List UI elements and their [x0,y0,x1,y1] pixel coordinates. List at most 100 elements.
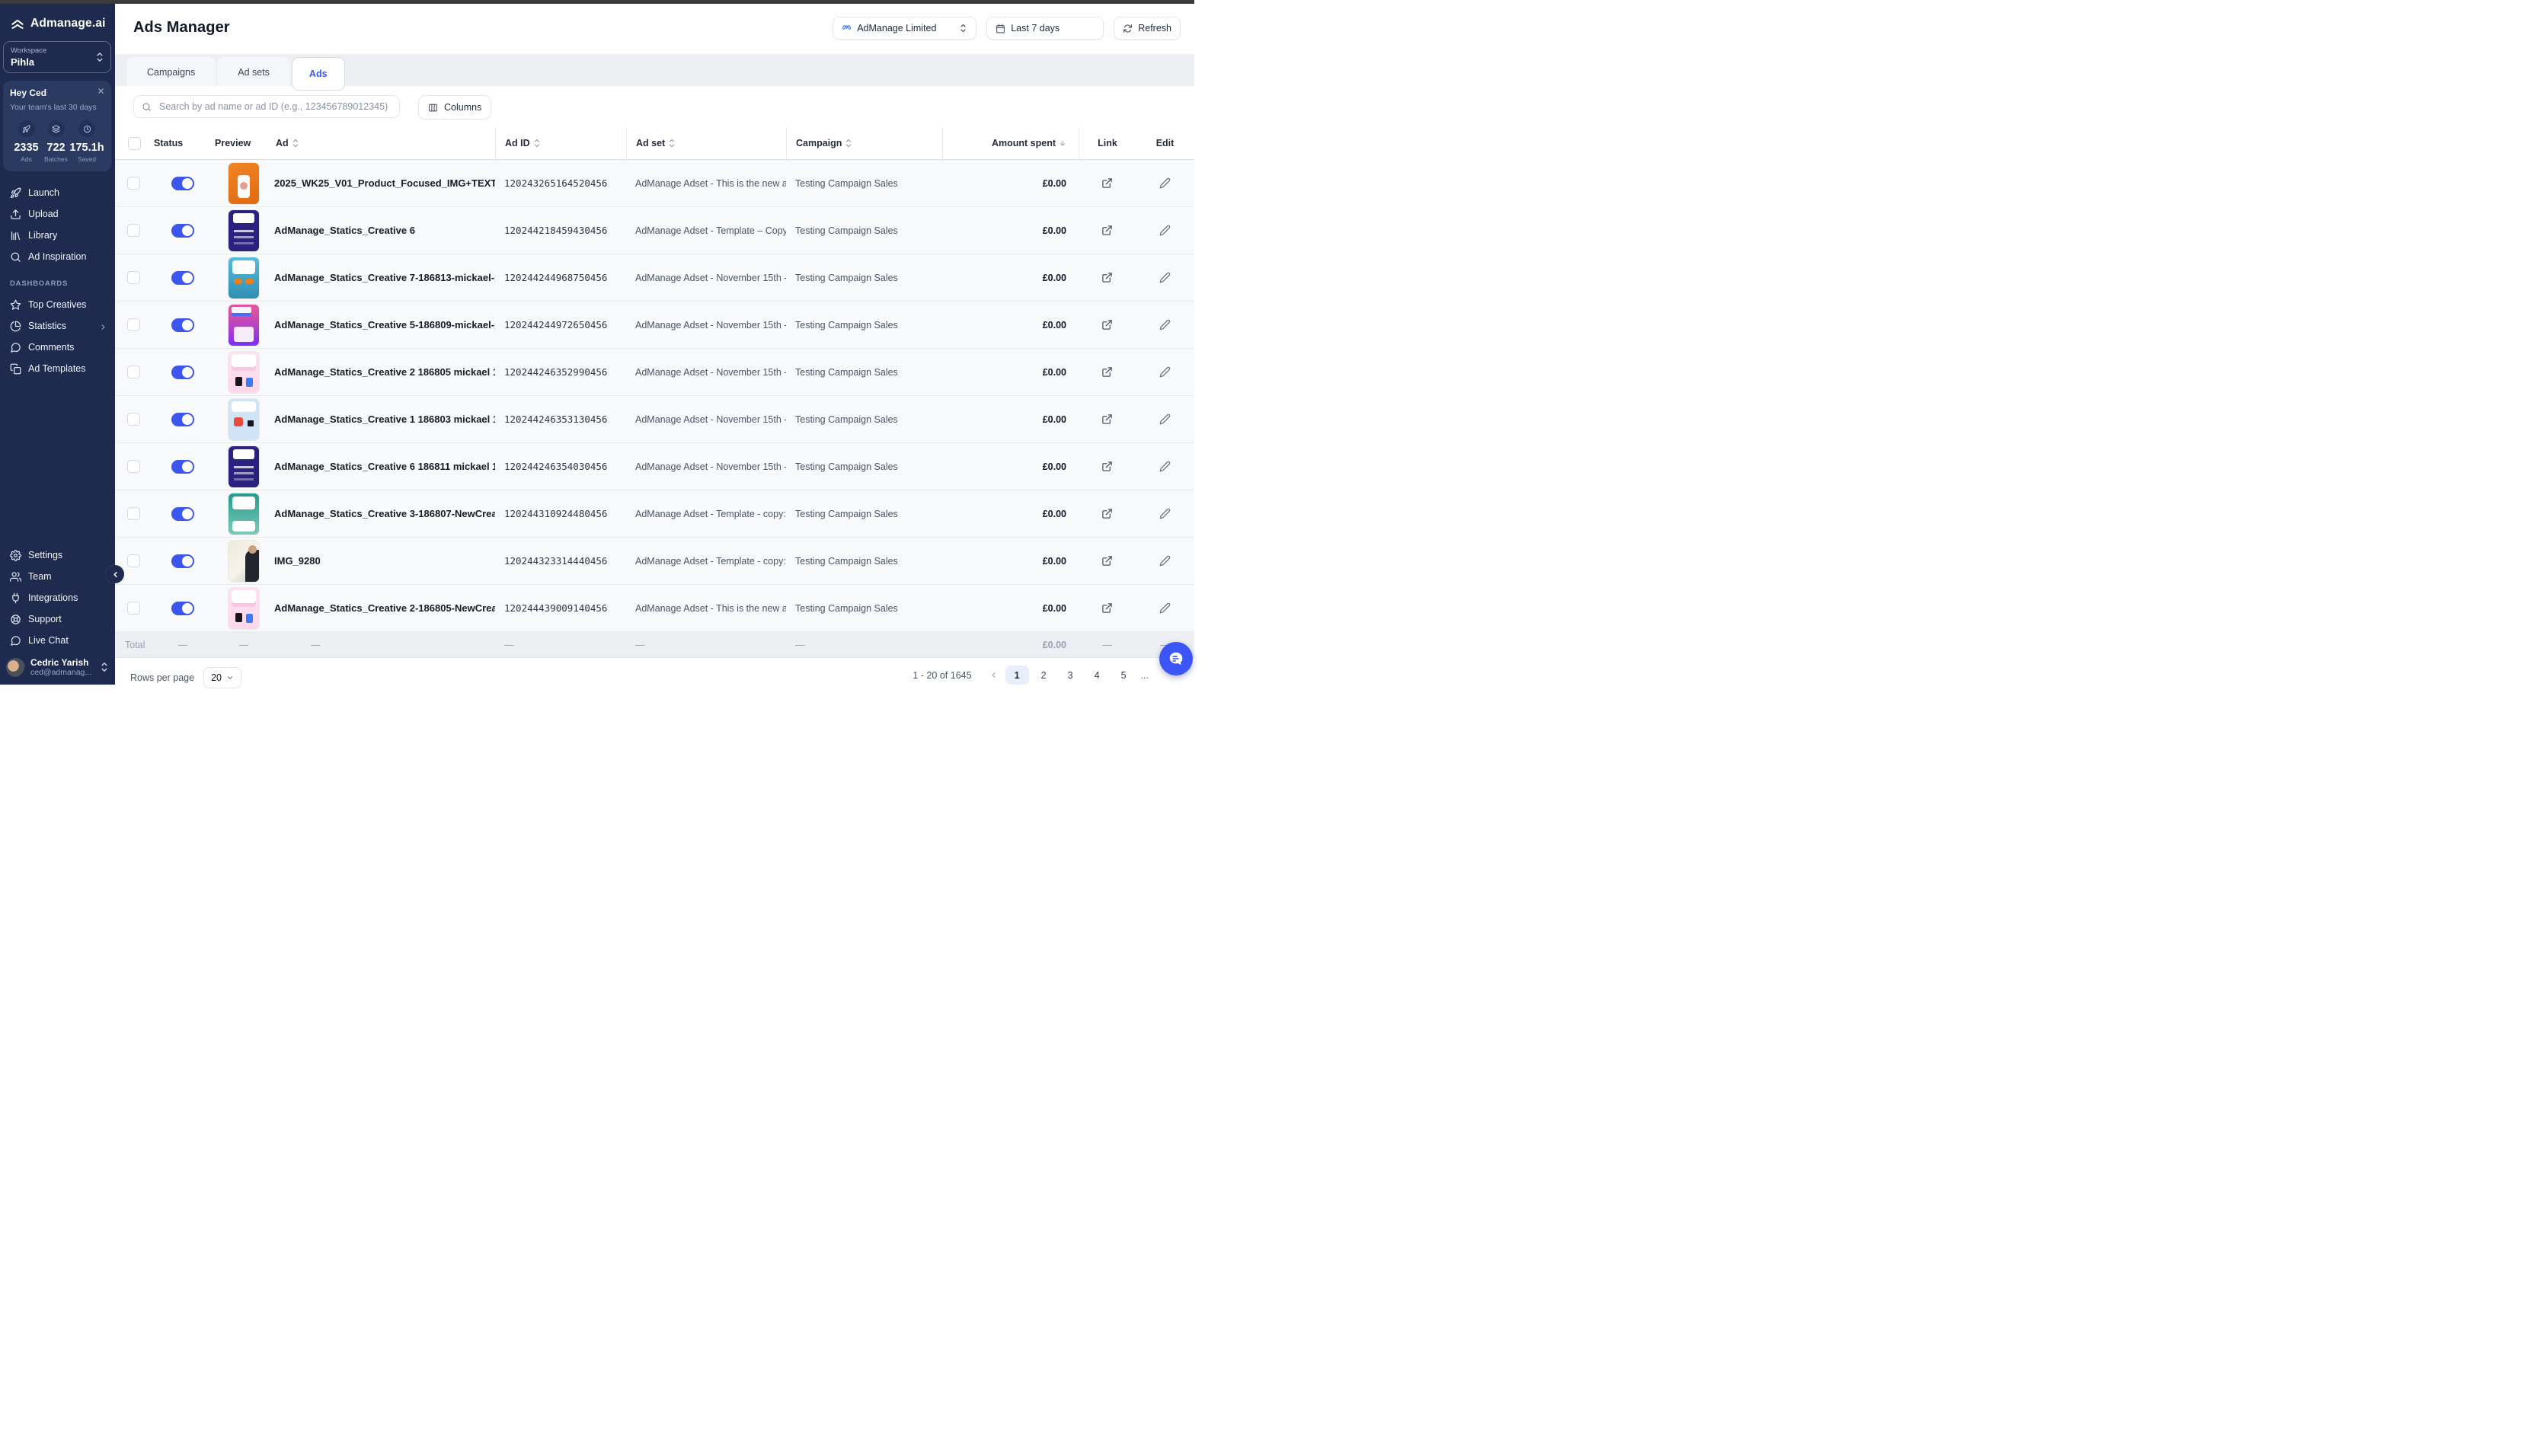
column-header-ad[interactable]: Ad [274,127,495,159]
ad-name[interactable]: AdManage_Statics_Creative 1 186803 micka… [274,413,495,425]
ad-name[interactable]: AdManage_Statics_Creative 2-186805-NewCr… [274,602,495,614]
edit-pencil-icon[interactable] [1159,225,1171,236]
edit-pencil-icon[interactable] [1159,177,1171,189]
search-input[interactable] [158,101,392,113]
status-toggle[interactable] [171,460,194,474]
refresh-button[interactable]: Refresh [1114,17,1181,40]
edit-pencil-icon[interactable] [1159,555,1171,567]
sidebar-item-team[interactable]: Team [0,566,115,587]
row-checkbox[interactable] [127,318,140,331]
row-checkbox[interactable] [127,177,140,190]
columns-button[interactable]: Columns [418,95,491,120]
column-header-ad-set[interactable]: Ad set [626,127,786,159]
close-icon[interactable] [97,87,105,95]
user-menu[interactable]: Cedric Yarish ced@admanag... [0,651,115,685]
edit-pencil-icon[interactable] [1159,413,1171,425]
ad-name[interactable]: AdManage_Statics_Creative 3-186807-NewCr… [274,508,495,519]
sidebar-item-ad-inspiration[interactable]: Ad Inspiration [0,246,115,267]
ad-name[interactable]: AdManage_Statics_Creative 7-186813-micka… [274,272,495,283]
external-link-icon[interactable] [1101,319,1113,330]
ad-preview-thumbnail[interactable] [229,493,259,535]
external-link-icon[interactable] [1101,366,1113,378]
ad-preview-thumbnail[interactable] [229,352,259,393]
select-all-checkbox[interactable] [128,137,141,150]
tab-ads[interactable]: Ads [292,57,345,91]
pagination-page-1[interactable]: 1 [1005,666,1029,685]
ad-account-selector[interactable]: AdManage Limited [833,17,976,40]
status-toggle[interactable] [171,366,194,379]
pagination-page-3[interactable]: 3 [1059,666,1082,685]
ad-preview-thumbnail[interactable] [229,163,259,204]
sidebar-item-support[interactable]: Support [0,608,115,630]
external-link-icon[interactable] [1101,461,1113,472]
external-link-icon[interactable] [1101,602,1113,614]
live-chat-fab[interactable] [1159,642,1193,675]
sidebar-item-launch[interactable]: Launch [0,182,115,203]
pagination-page-5[interactable]: 5 [1112,666,1136,685]
ad-name[interactable]: IMG_9280 [274,555,495,567]
external-link-icon[interactable] [1101,413,1113,425]
external-link-icon[interactable] [1101,225,1113,236]
column-header-status[interactable]: Status [152,127,213,159]
ad-preview-thumbnail[interactable] [229,541,259,582]
ad-name[interactable]: AdManage_Statics_Creative 2 186805 micka… [274,366,495,378]
column-header-edit[interactable]: Edit [1136,127,1194,159]
external-link-icon[interactable] [1101,555,1113,567]
row-checkbox[interactable] [127,224,140,237]
ad-name[interactable]: AdManage_Statics_Creative 6 [274,225,495,236]
ad-name[interactable]: 2025_WK25_V01_Product_Focused_IMG+TEXT_C [274,177,495,189]
workspace-selector[interactable]: Workspace Pihla [3,41,111,73]
tab-campaigns[interactable]: Campaigns [126,57,216,86]
sidebar-item-live-chat[interactable]: Live Chat [0,630,115,651]
sidebar-item-ad-templates[interactable]: Ad Templates [0,358,115,379]
row-checkbox[interactable] [127,366,140,378]
row-checkbox[interactable] [127,602,140,615]
status-toggle[interactable] [171,177,194,190]
edit-pencil-icon[interactable] [1159,508,1171,519]
ad-preview-thumbnail[interactable] [229,210,259,251]
status-toggle[interactable] [171,507,194,521]
sidebar-item-settings[interactable]: Settings [0,544,115,566]
ad-preview-thumbnail[interactable] [229,257,259,299]
column-header-link[interactable]: Link [1079,127,1136,159]
pagination-ellipsis[interactable]: ... [1141,670,1149,681]
row-checkbox[interactable] [127,554,140,567]
row-checkbox[interactable] [127,507,140,520]
column-header-ad-id[interactable]: Ad ID [495,127,626,159]
date-range-selector[interactable]: Last 7 days [986,17,1104,40]
sidebar-item-upload[interactable]: Upload [0,203,115,225]
edit-pencil-icon[interactable] [1159,319,1171,330]
rows-per-page-select[interactable]: 20 [203,667,241,688]
edit-pencil-icon[interactable] [1159,366,1171,378]
status-toggle[interactable] [171,318,194,332]
pagination-page-2[interactable]: 2 [1032,666,1056,685]
sidebar-item-integrations[interactable]: Integrations [0,587,115,608]
status-toggle[interactable] [171,554,194,568]
sidebar-item-statistics[interactable]: Statistics [0,315,115,337]
sidebar-item-comments[interactable]: Comments [0,337,115,358]
column-header-preview[interactable]: Preview [213,127,274,159]
column-header-campaign[interactable]: Campaign [786,127,942,159]
external-link-icon[interactable] [1101,272,1113,283]
ad-name[interactable]: AdManage_Statics_Creative 5-186809-micka… [274,319,495,330]
ad-name[interactable]: AdManage_Statics_Creative 6 186811 micka… [274,461,495,472]
ad-preview-thumbnail[interactable] [229,399,259,440]
pagination-prev-button[interactable] [986,667,1002,684]
row-checkbox[interactable] [127,271,140,284]
edit-pencil-icon[interactable] [1159,272,1171,283]
edit-pencil-icon[interactable] [1159,461,1171,472]
sidebar-item-library[interactable]: Library [0,225,115,246]
ad-preview-thumbnail[interactable] [229,588,259,629]
pagination-page-4[interactable]: 4 [1085,666,1109,685]
tab-ad-sets[interactable]: Ad sets [217,57,290,86]
status-toggle[interactable] [171,602,194,615]
column-header-amount-spent[interactable]: Amount spent [942,127,1079,159]
status-toggle[interactable] [171,224,194,238]
external-link-icon[interactable] [1101,177,1113,189]
row-checkbox[interactable] [127,460,140,473]
ad-preview-thumbnail[interactable] [229,446,259,487]
sidebar-collapse-button[interactable] [106,565,124,583]
status-toggle[interactable] [171,413,194,426]
app-logo[interactable]: Admanage.ai [0,4,115,31]
row-checkbox[interactable] [127,413,140,426]
